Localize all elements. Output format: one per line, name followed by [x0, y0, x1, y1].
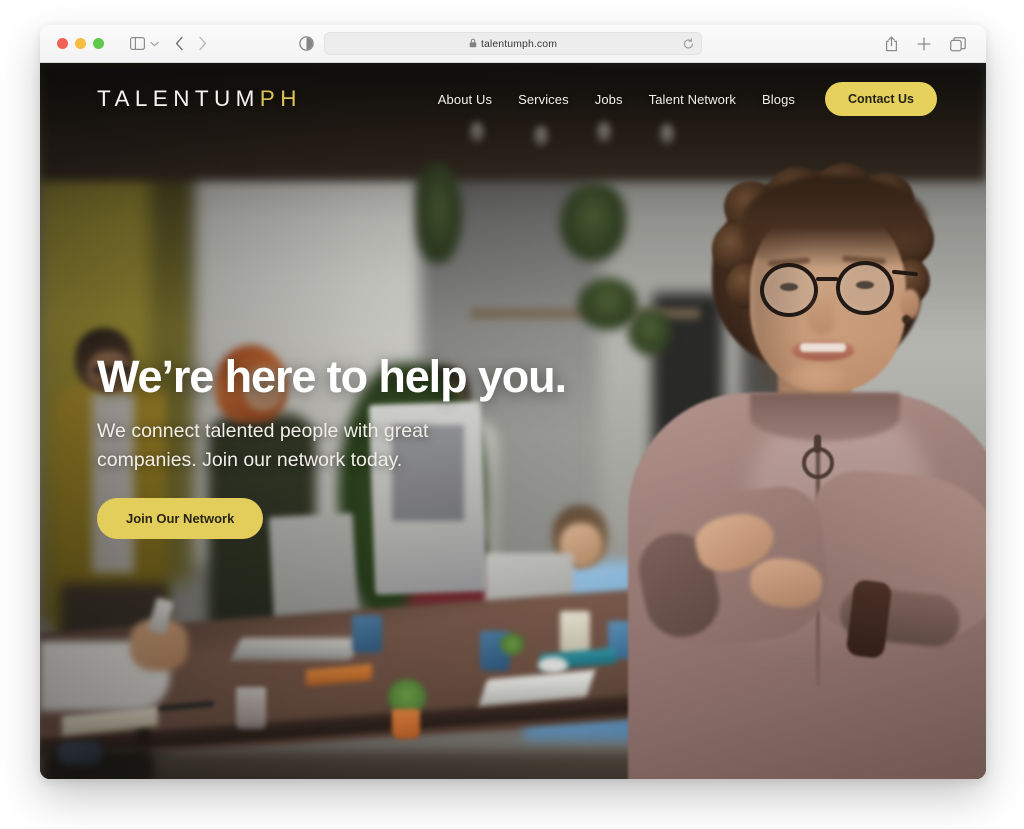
nav-item-talent-network[interactable]: Talent Network: [636, 92, 749, 107]
woman-nose: [808, 291, 834, 335]
nav-item-about-us[interactable]: About Us: [425, 92, 505, 107]
site-logo[interactable]: TALENTUMPH: [97, 86, 302, 112]
lock-icon: [469, 35, 477, 53]
drinking-glass: [236, 687, 266, 729]
address-bar[interactable]: talentumph.com: [324, 32, 702, 55]
woman-teeth: [800, 343, 846, 352]
maximize-window-button[interactable]: [93, 38, 104, 49]
woman-chin: [786, 363, 846, 389]
logo-text-accent: PH: [259, 86, 302, 111]
back-button[interactable]: [175, 36, 184, 51]
hero-content: We’re here to help you. We connect talen…: [97, 353, 697, 539]
blouse-zipper-ring: [802, 447, 834, 479]
earring: [902, 315, 911, 324]
hanging-plant: [416, 163, 462, 263]
hero-title: We’re here to help you.: [97, 351, 567, 402]
eyeglasses-lens: [836, 261, 894, 315]
woman-hairline: [742, 175, 928, 269]
potted-plant-pot: [392, 709, 420, 739]
tabs-overview-icon[interactable]: [950, 36, 966, 52]
forward-button[interactable]: [198, 36, 207, 51]
mouse: [538, 657, 568, 673]
laptop-keyboard-base: [231, 638, 361, 660]
reload-icon[interactable]: [683, 38, 694, 50]
browser-window: talentumph.com TALENTUMPH About Us Servi…: [40, 25, 986, 779]
url-text: talentumph.com: [480, 37, 558, 50]
woman-ear: [900, 289, 920, 319]
privacy-shield-icon[interactable]: [299, 36, 314, 51]
eyeglasses-bridge: [816, 277, 838, 281]
site-header: TALENTUMPH About Us Services Jobs Talent…: [40, 63, 986, 135]
toolbar-right-actions: [885, 25, 966, 63]
chevron-down-icon[interactable]: [150, 41, 159, 47]
nav-item-jobs[interactable]: Jobs: [582, 92, 636, 107]
coffee-mug: [560, 611, 590, 655]
coffee-mug: [352, 615, 382, 653]
small-plant: [500, 633, 524, 655]
sidebar-icon[interactable]: [130, 37, 145, 50]
window-controls: [57, 38, 104, 49]
plus-icon[interactable]: [917, 37, 931, 51]
join-our-network-button[interactable]: Join Our Network: [97, 497, 264, 539]
nav-item-blogs[interactable]: Blogs: [749, 92, 808, 107]
page-viewport: TALENTUMPH About Us Services Jobs Talent…: [40, 63, 986, 779]
logo-text-primary: TALENTUM: [97, 86, 260, 111]
main-navigation: About Us Services Jobs Talent Network Bl…: [425, 63, 986, 135]
nav-item-services[interactable]: Services: [505, 92, 582, 107]
woman-collar: [750, 393, 900, 441]
contact-us-button[interactable]: Contact Us: [825, 82, 937, 116]
browser-toolbar: talentumph.com: [40, 25, 986, 63]
hero-subtitle: We connect talented people with great co…: [97, 420, 429, 472]
close-window-button[interactable]: [57, 38, 68, 49]
person-shoe: [58, 741, 102, 765]
share-icon[interactable]: [885, 36, 898, 52]
minimize-window-button[interactable]: [75, 38, 86, 49]
